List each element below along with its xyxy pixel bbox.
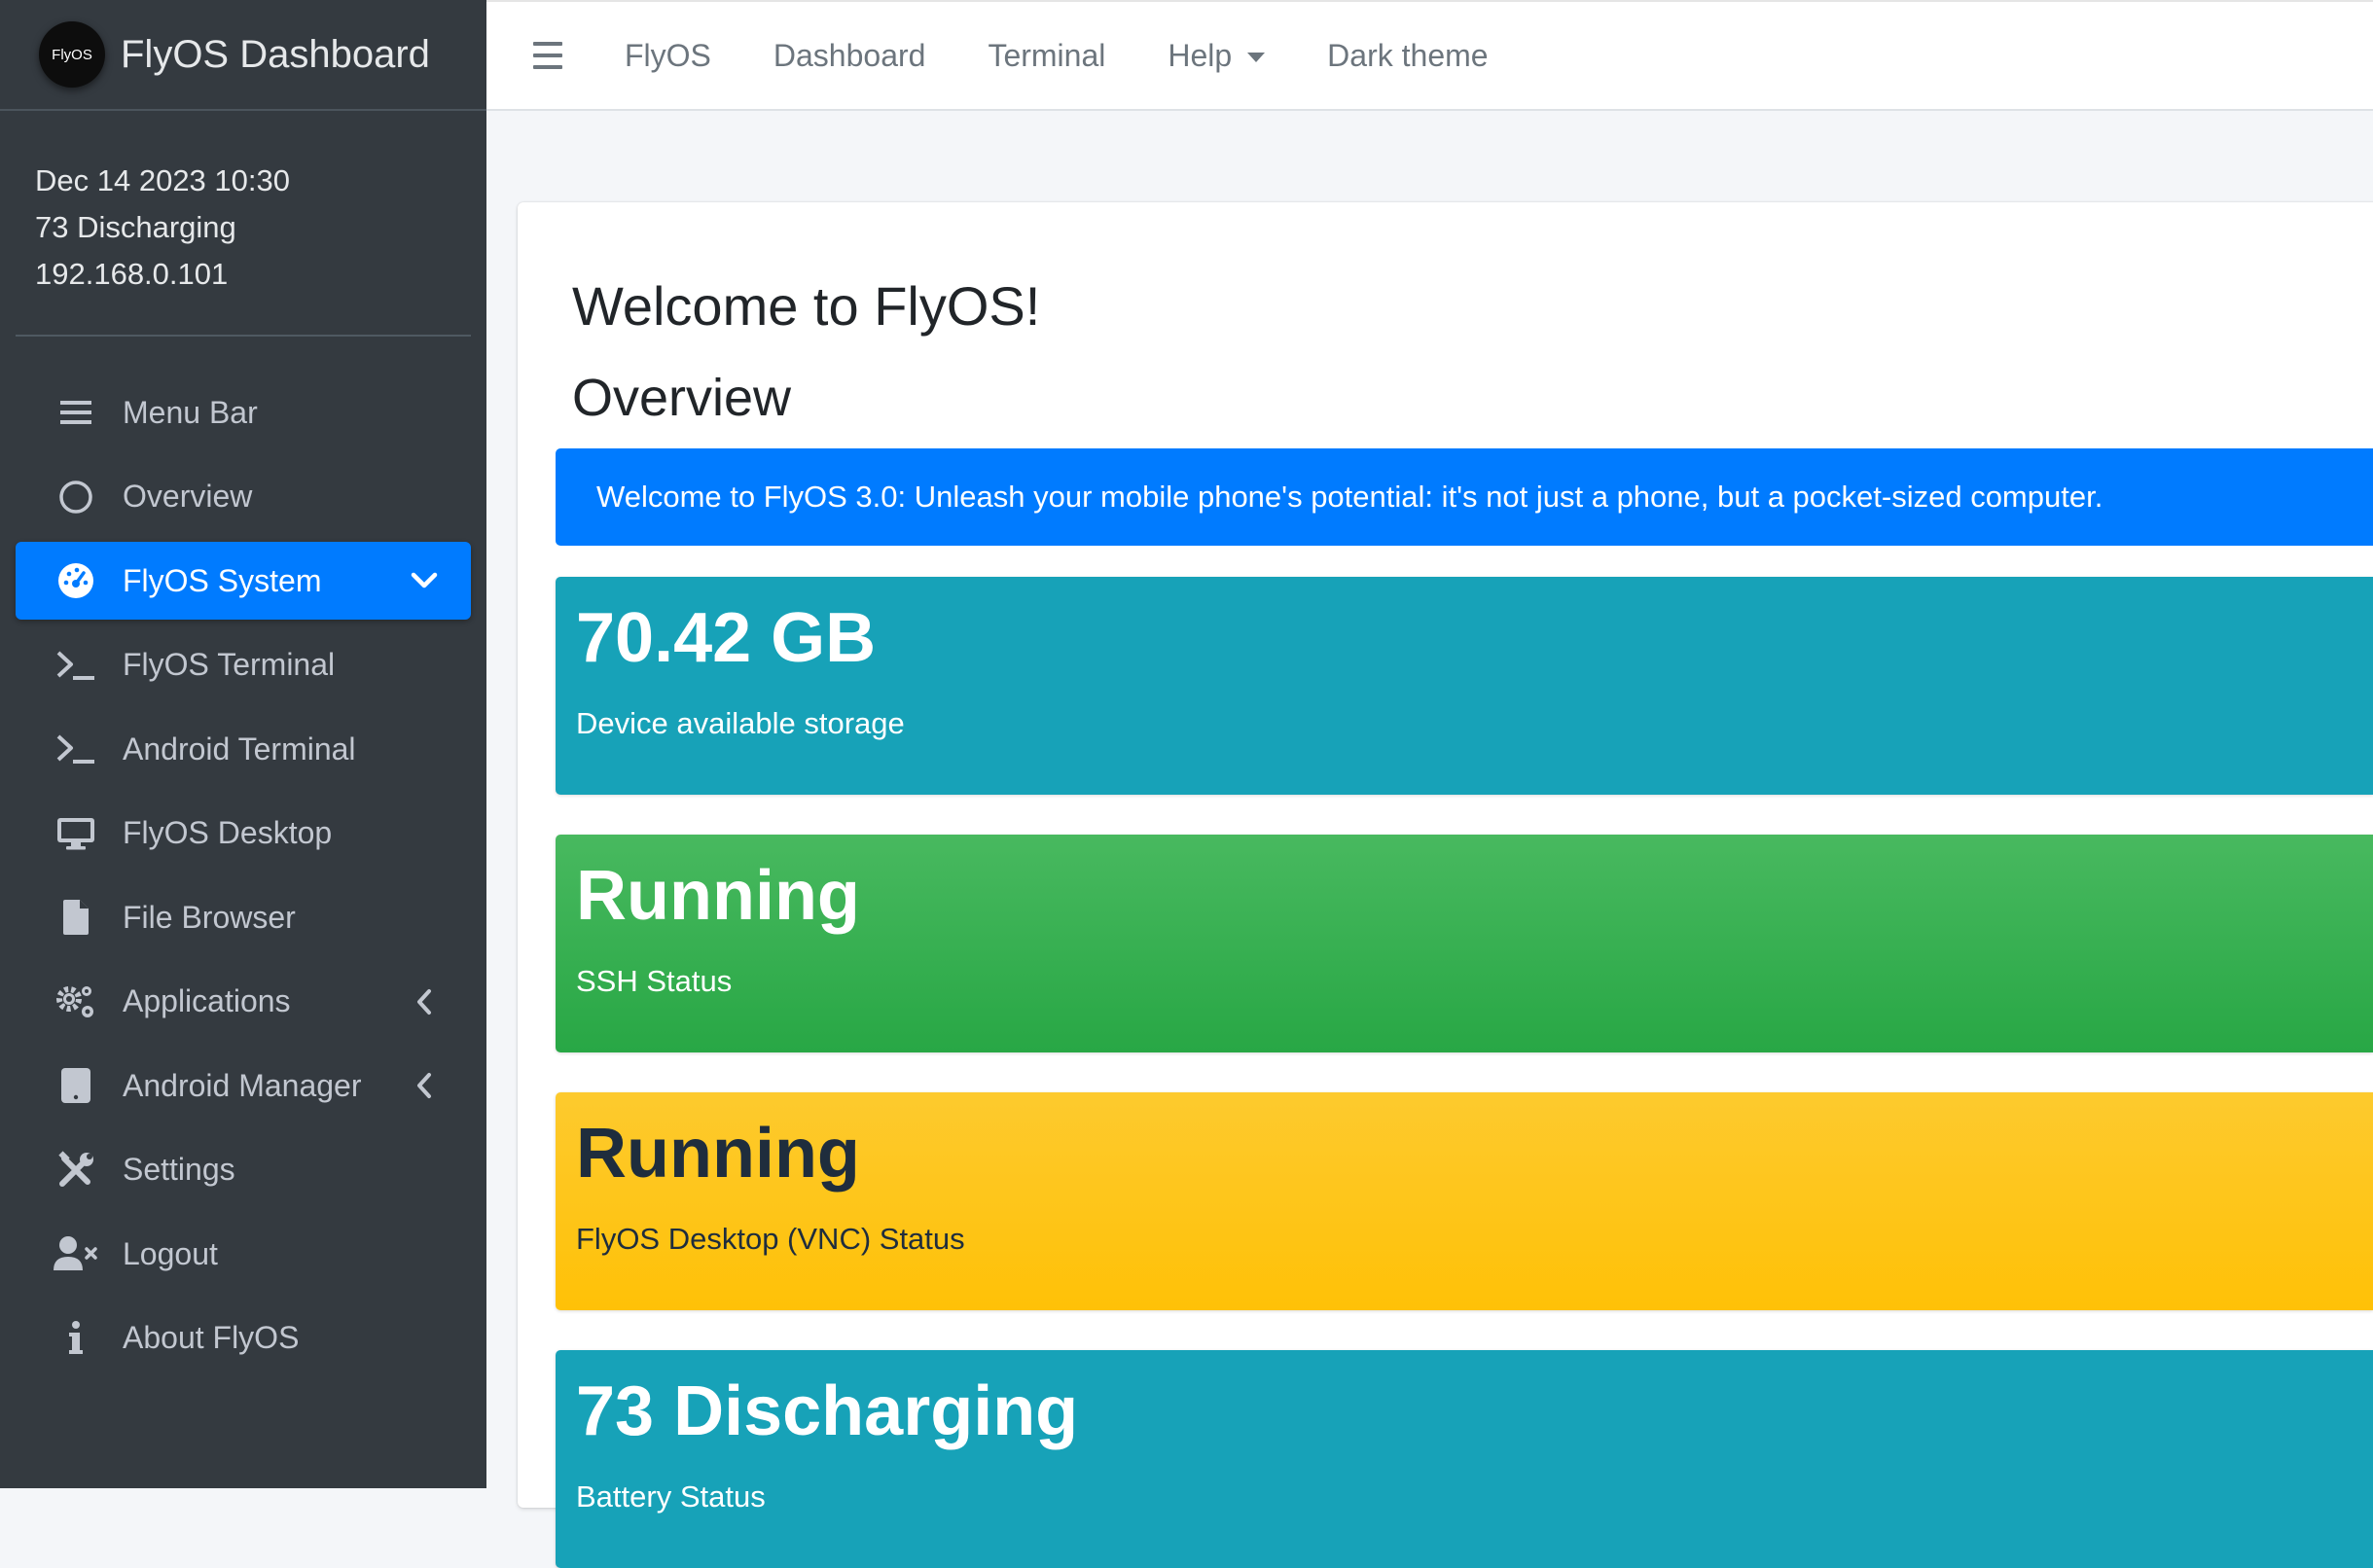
- ssh-status-value: Running: [576, 857, 860, 935]
- system-info-panel: Dec 14 2023 10:30 73 Discharging 192.168…: [0, 111, 486, 335]
- nav-link-dark-theme[interactable]: Dark theme: [1327, 38, 1488, 74]
- info-icon: [49, 1317, 103, 1360]
- tools-icon: [49, 1149, 103, 1192]
- desktop-icon: [49, 812, 103, 855]
- terminal-icon: [49, 644, 103, 687]
- ssh-status-box: Running SSH Status: [556, 835, 2373, 1052]
- datetime-text: Dec 14 2023 10:30: [35, 163, 290, 197]
- welcome-alert: Welcome to FlyOS 3.0: Unleash your mobil…: [556, 448, 2373, 546]
- top-navbar: FlyOS Dashboard Terminal Help Dark theme: [486, 0, 2373, 111]
- dashboard-icon: [49, 559, 103, 602]
- sidebar-item-android-manager[interactable]: Android Manager: [16, 1047, 471, 1124]
- ssh-status-label: SSH Status: [576, 964, 733, 998]
- page-title: Welcome to FlyOS!: [572, 275, 1041, 337]
- sidebar-item-about-flyos[interactable]: About FlyOS: [16, 1300, 471, 1377]
- sidebar-item-settings[interactable]: Settings: [16, 1131, 471, 1209]
- storage-label: Device available storage: [576, 706, 905, 740]
- sidebar-item-android-terminal[interactable]: Android Terminal: [16, 710, 471, 788]
- battery-status-value: 73 Discharging: [576, 1372, 1079, 1450]
- sidebar-item-label: About FlyOS: [123, 1320, 300, 1355]
- sidebar-item-flyos-system[interactable]: FlyOS System: [16, 542, 471, 620]
- caret-down-icon: [1247, 53, 1266, 63]
- sidebar-item-label: FlyOS System: [123, 562, 322, 598]
- nav-link-flyos[interactable]: FlyOS: [625, 38, 711, 74]
- sidebar-item-label: FlyOS Desktop: [123, 815, 333, 850]
- circle-icon: [49, 476, 103, 518]
- sidebar-item-label: File Browser: [123, 899, 296, 935]
- welcome-alert-text: Welcome to FlyOS 3.0: Unleash your mobil…: [596, 480, 2103, 514]
- cogs-icon: [49, 980, 103, 1023]
- bars-icon: [49, 391, 103, 434]
- sidebar-item-label: Logout: [123, 1235, 218, 1271]
- sidebar-item-applications[interactable]: Applications: [16, 963, 471, 1041]
- tablet-icon: [49, 1064, 103, 1107]
- sidebar-nav: Menu Bar Overview FlyOS System FlyOS Ter…: [0, 374, 486, 1377]
- sidebar-item-flyos-desktop[interactable]: FlyOS Desktop: [16, 795, 471, 873]
- storage-value: 70.42 GB: [576, 599, 877, 677]
- sidebar-item-label: Android Manager: [123, 1067, 362, 1103]
- brand-link[interactable]: FlyOS FlyOS Dashboard: [0, 0, 486, 111]
- section-title-overview: Overview: [572, 369, 792, 427]
- file-icon: [49, 896, 103, 939]
- vnc-status-label: FlyOS Desktop (VNC) Status: [576, 1222, 965, 1256]
- sidebar-item-menu-bar[interactable]: Menu Bar: [16, 374, 471, 451]
- vnc-status-value: Running: [576, 1115, 860, 1193]
- storage-status-box: 70.42 GB Device available storage: [556, 577, 2373, 795]
- battery-status-box: 73 Discharging Battery Status: [556, 1350, 2373, 1568]
- vnc-status-box: Running FlyOS Desktop (VNC) Status: [556, 1092, 2373, 1310]
- hamburger-menu-icon[interactable]: [533, 42, 562, 69]
- battery-status-label: Battery Status: [576, 1479, 766, 1514]
- sidebar-item-label: FlyOS Terminal: [123, 647, 336, 682]
- nav-link-terminal[interactable]: Terminal: [988, 38, 1105, 74]
- sidebar: FlyOS FlyOS Dashboard Dec 14 2023 10:30 …: [0, 0, 486, 1488]
- brand-logo: FlyOS: [39, 21, 105, 88]
- nav-link-dashboard[interactable]: Dashboard: [773, 38, 926, 74]
- sidebar-item-overview[interactable]: Overview: [16, 458, 471, 536]
- sidebar-item-file-browser[interactable]: File Browser: [16, 878, 471, 956]
- chevron-left-icon: [407, 1068, 442, 1103]
- user-times-icon: [49, 1232, 103, 1275]
- brand-title: FlyOS Dashboard: [121, 32, 430, 76]
- ip-address-text: 192.168.0.101: [35, 257, 229, 291]
- terminal-icon: [49, 728, 103, 770]
- chevron-down-icon: [407, 563, 442, 598]
- sidebar-item-label: Settings: [123, 1152, 235, 1187]
- chevron-left-icon: [407, 984, 442, 1019]
- sidebar-item-label: Android Terminal: [123, 731, 356, 766]
- nav-dropdown-help-label: Help: [1168, 37, 1233, 73]
- sidebar-item-label: Menu Bar: [123, 394, 258, 430]
- sidebar-item-flyos-terminal[interactable]: FlyOS Terminal: [16, 626, 471, 704]
- sidebar-item-logout[interactable]: Logout: [16, 1215, 471, 1293]
- sidebar-item-label: Applications: [123, 983, 291, 1018]
- sidebar-divider: [16, 335, 471, 337]
- sidebar-item-label: Overview: [123, 479, 253, 514]
- battery-text: 73 Discharging: [35, 210, 236, 244]
- nav-dropdown-help[interactable]: Help: [1168, 37, 1266, 74]
